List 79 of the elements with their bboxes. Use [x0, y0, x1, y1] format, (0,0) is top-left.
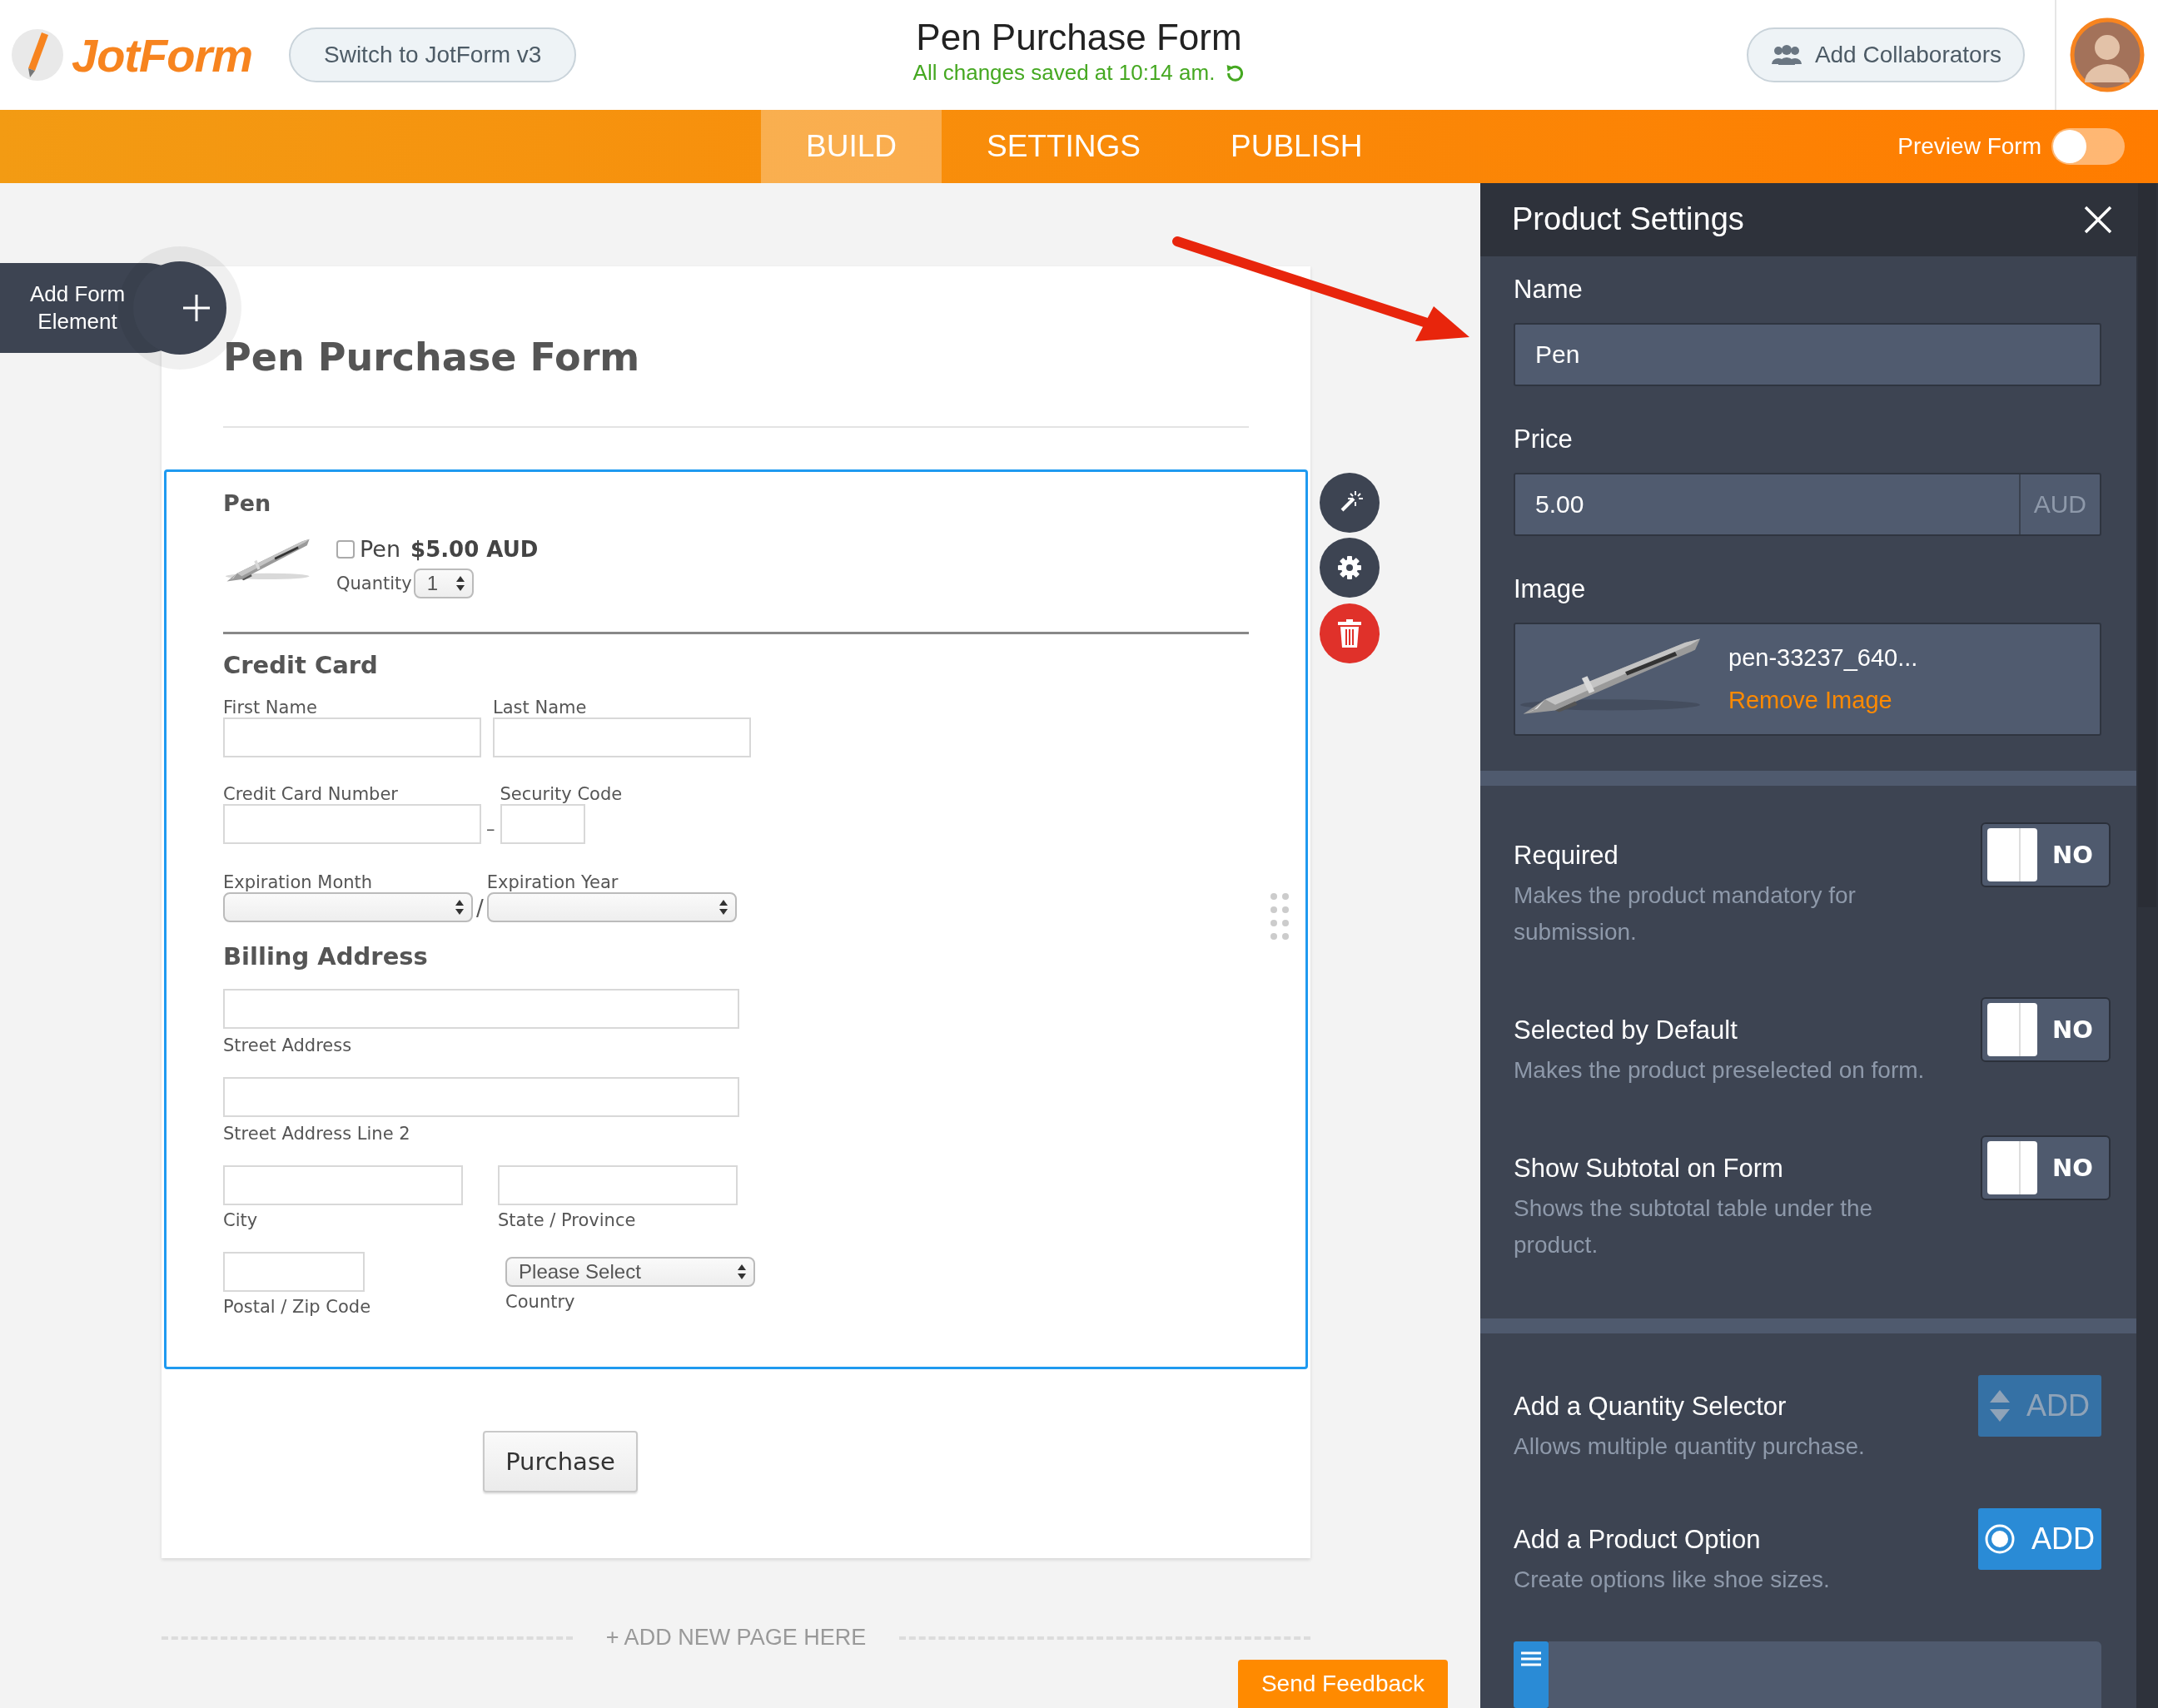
setting-description: Shows the subtotal table under the product.: [1514, 1194, 1874, 1259]
setting-description: Makes the product preselected on form.: [1514, 1055, 1925, 1085]
product-heading: Pen: [223, 490, 272, 516]
field-label: Expiration Year: [486, 872, 619, 892]
updown-icon: [455, 899, 465, 916]
field-label: Postal / Zip Code: [223, 1297, 371, 1317]
separator: –: [486, 819, 495, 839]
scrollbar[interactable]: [2136, 183, 2158, 1708]
field-label: State / Province: [498, 1210, 637, 1230]
field-label: Expiration Month: [223, 872, 374, 892]
input-field[interactable]: [498, 1165, 738, 1205]
product-name: Pen: [360, 536, 401, 562]
updown-icon: [737, 1264, 748, 1280]
field-label: Street Address: [223, 1035, 353, 1055]
field-label: City: [223, 1210, 259, 1230]
switch-version-button[interactable]: Switch to JotForm v3: [289, 27, 577, 82]
field-label: Name: [1514, 274, 1584, 305]
purchase-button[interactable]: Purchase: [483, 1431, 638, 1492]
save-status: All changes saved at 10:14 am.: [912, 60, 1216, 86]
select-field[interactable]: [223, 892, 473, 922]
plus-icon: [181, 293, 211, 323]
updown-icon: [455, 575, 465, 592]
form-title: Pen Purchase Form: [916, 17, 1242, 58]
setting-description: Makes the product mandatory for submission.: [1514, 881, 1857, 946]
field-label: Country: [505, 1292, 576, 1312]
toggle-switch[interactable]: NO: [1981, 822, 2111, 887]
list-icon: [1514, 1641, 1549, 1708]
setting-title: Required: [1514, 840, 1619, 871]
setting-title: Selected by Default: [1514, 1015, 1738, 1045]
select-field[interactable]: Please Select: [505, 1257, 756, 1287]
setting-description: Create options like shoe sizes.: [1514, 1566, 1830, 1594]
input-field[interactable]: [223, 717, 481, 757]
product-price: $5.00 AUD: [410, 536, 539, 562]
add-button[interactable]: ADD: [1978, 1508, 2101, 1570]
avatar-icon[interactable]: [2070, 17, 2145, 92]
section-heading: Billing Address: [223, 942, 429, 971]
field-label: Quantity: [336, 573, 412, 593]
input-field[interactable]: [223, 1252, 365, 1292]
preview-form-label: Preview Form: [1897, 133, 2041, 160]
setting-description: Allows multiple quantity purchase.: [1514, 1432, 1865, 1461]
field-label: Last Name: [493, 698, 588, 717]
setting-title: Show Subtotal on Form: [1514, 1153, 1784, 1184]
preview-toggle[interactable]: [2051, 128, 2125, 165]
input-field[interactable]: [223, 1165, 463, 1205]
product-checkbox[interactable]: [336, 539, 355, 559]
close-icon[interactable]: [2083, 204, 2113, 235]
add-collaborators-button[interactable]: Add Collaborators: [1746, 27, 2025, 82]
setting-title: Add a Quantity Selector: [1514, 1392, 1788, 1422]
input-field[interactable]: [223, 804, 481, 844]
setting-title: Add a Product Option: [1514, 1525, 1762, 1555]
field-label: Credit Card Number: [223, 784, 399, 804]
logo-icon: [10, 27, 65, 82]
drag-handle-icon[interactable]: [1270, 892, 1290, 941]
toggle-switch[interactable]: NO: [1981, 1135, 2111, 1200]
section-heading: Credit Card: [223, 651, 379, 679]
currency-label: AUD: [2018, 474, 2100, 534]
trash-icon: [1338, 619, 1361, 648]
input-field[interactable]: [223, 1077, 739, 1117]
field-label: Image: [1514, 573, 1587, 604]
field-label: Street Address Line 2: [223, 1124, 411, 1144]
field-label: Price: [1514, 424, 1574, 454]
input-field[interactable]: [493, 717, 751, 757]
price-input[interactable]: 5.00 AUD: [1514, 472, 2101, 536]
select-field[interactable]: 1: [413, 569, 474, 598]
image-filename: pen-33237_640...: [1728, 643, 1918, 672]
select-field[interactable]: [486, 892, 737, 922]
toggle-switch[interactable]: NO: [1981, 996, 2111, 1062]
updown-icon: [1990, 1390, 2010, 1422]
input-field[interactable]: [500, 804, 585, 844]
radio-icon: [1985, 1524, 2015, 1554]
people-icon: [1769, 44, 1803, 66]
settings-icon: [1337, 555, 1362, 580]
panel-title: Product Settings: [1512, 201, 1744, 238]
updown-icon: [718, 899, 728, 916]
separator: /: [476, 896, 484, 921]
input-field[interactable]: [223, 989, 739, 1029]
name-input[interactable]: Pen: [1514, 322, 2101, 386]
field-label: First Name: [223, 698, 318, 717]
field-label: Security Code: [500, 784, 623, 804]
